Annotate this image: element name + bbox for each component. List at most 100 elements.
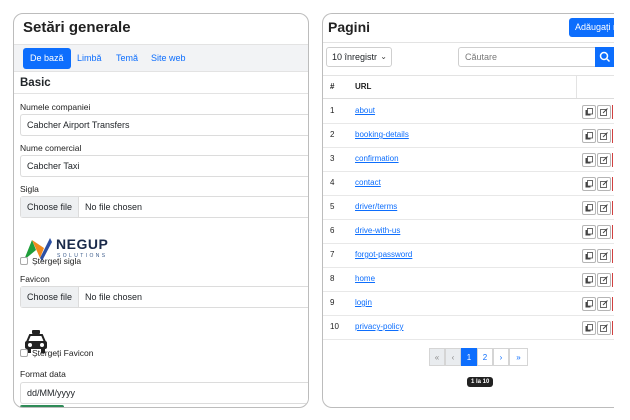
section-divider [14,93,308,94]
per-page-select[interactable]: 10 înregistr ⌄ [326,47,392,67]
row-url-link[interactable]: confirmation [355,148,399,170]
row-number: 6 [330,226,335,235]
pages-panel: Pagini Adăugați n 10 înregistr ⌄ Căutare… [322,13,614,408]
table-header: # URL [323,75,614,99]
general-settings-panel: Setări generale De bază Limbă Temă Site … [13,13,309,408]
copy-button[interactable] [582,273,596,287]
row-url-link[interactable]: about [355,100,375,122]
copy-button[interactable] [582,225,596,239]
edit-button[interactable] [597,105,611,119]
table-row: 7 forgot-password [323,244,614,268]
pagination-next[interactable]: › [493,348,509,366]
delete-favicon-checkbox[interactable] [20,349,28,357]
edit-button[interactable] [597,177,611,191]
copy-button[interactable] [582,321,596,335]
table-row: 10 privacy-policy [323,316,614,340]
commercial-name-input[interactable]: Cabcher Taxi [20,155,308,177]
edit-button[interactable] [597,297,611,311]
copy-button[interactable] [582,249,596,263]
copy-button[interactable] [582,105,596,119]
favicon-file-status: No file chosen [85,292,143,302]
add-page-button[interactable]: Adăugați n [569,18,614,37]
date-format-input[interactable]: dd/MM/yyyy [20,382,308,404]
search-input[interactable]: Căutare [458,47,595,67]
table-row: 3 confirmation [323,148,614,172]
logo-choose-file-button[interactable]: Choose file [21,197,80,217]
delete-button-edge[interactable] [612,153,614,167]
delete-button-edge[interactable] [612,249,614,263]
logo-brand-text: NEGUP [56,236,109,252]
column-separator [576,76,577,98]
section-title-basic: Basic [20,77,51,89]
delete-logo-checkbox[interactable] [20,257,28,265]
copy-button[interactable] [582,129,596,143]
tab-language[interactable]: Limbă [77,48,102,69]
delete-logo-label: Ștergeți sigla [32,256,82,266]
row-url-link[interactable]: login [355,292,372,314]
edit-button[interactable] [597,249,611,263]
favicon-file-input[interactable]: Choose file No file chosen [20,286,308,308]
row-number: 7 [330,250,335,259]
commercial-name-label: Nume comercial [20,143,82,153]
pagination-last[interactable]: » [509,348,528,366]
table-row: 5 driver/terms [323,196,614,220]
delete-favicon-label: Ștergeți Favicon [32,348,94,358]
delete-button-edge[interactable] [612,177,614,191]
table-row: 2 booking-details [323,124,614,148]
row-number: 9 [330,298,335,307]
row-url-link[interactable]: driver/terms [355,196,397,218]
delete-button-edge[interactable] [612,201,614,215]
delete-button-edge[interactable] [612,273,614,287]
table-row: 4 contact [323,172,614,196]
row-url-link[interactable]: contact [355,172,381,194]
column-header-number: # [330,82,335,91]
delete-button-edge[interactable] [612,297,614,311]
row-url-link[interactable]: home [355,268,375,290]
pagination-first: « [429,348,445,366]
row-url-link[interactable]: privacy-policy [355,316,403,338]
row-number: 4 [330,178,335,187]
edit-button[interactable] [597,321,611,335]
pagination-prev: ‹ [445,348,461,366]
table-row: 6 drive-with-us [323,220,614,244]
tab-website[interactable]: Site web [151,48,186,69]
search-button[interactable] [595,47,614,67]
edit-button[interactable] [597,153,611,167]
row-number: 8 [330,274,335,283]
row-url-link[interactable]: forgot-password [355,244,412,266]
copy-button[interactable] [582,297,596,311]
edit-button[interactable] [597,129,611,143]
copy-button[interactable] [582,201,596,215]
copy-button[interactable] [582,177,596,191]
per-page-value: 10 înregistr [332,52,378,62]
edit-button[interactable] [597,201,611,215]
settings-tabs: De bază Limbă Temă Site web [14,44,308,72]
company-name-input[interactable]: Cabcher Airport Transfers [20,114,308,136]
delete-button-edge[interactable] [612,105,614,119]
row-url-link[interactable]: booking-details [355,124,409,146]
row-number: 3 [330,154,335,163]
delete-button-edge[interactable] [612,225,614,239]
row-number: 1 [330,106,335,115]
row-number: 10 [330,322,339,331]
save-button-edge[interactable] [20,405,64,407]
pagination-page-1[interactable]: 1 [461,348,477,366]
copy-button[interactable] [582,153,596,167]
edit-button[interactable] [597,225,611,239]
records-range-badge: 1 la 10 [467,377,494,387]
favicon-choose-file-button[interactable]: Choose file [21,287,80,307]
column-header-url: URL [355,82,372,91]
search-icon [599,51,611,63]
pagination-page-2[interactable]: 2 [477,348,493,366]
edit-button[interactable] [597,273,611,287]
table-row: 9 login [323,292,614,316]
delete-button-edge[interactable] [612,129,614,143]
pages-title: Pagini [328,19,371,35]
tab-basic[interactable]: De bază [23,48,71,69]
row-url-link[interactable]: drive-with-us [355,220,400,242]
logo-file-input[interactable]: Choose file No file chosen [20,196,308,218]
delete-button-edge[interactable] [612,321,614,335]
table-row: 1 about [323,100,614,124]
tab-theme[interactable]: Temă [116,48,138,69]
settings-title: Setări generale [23,19,131,36]
